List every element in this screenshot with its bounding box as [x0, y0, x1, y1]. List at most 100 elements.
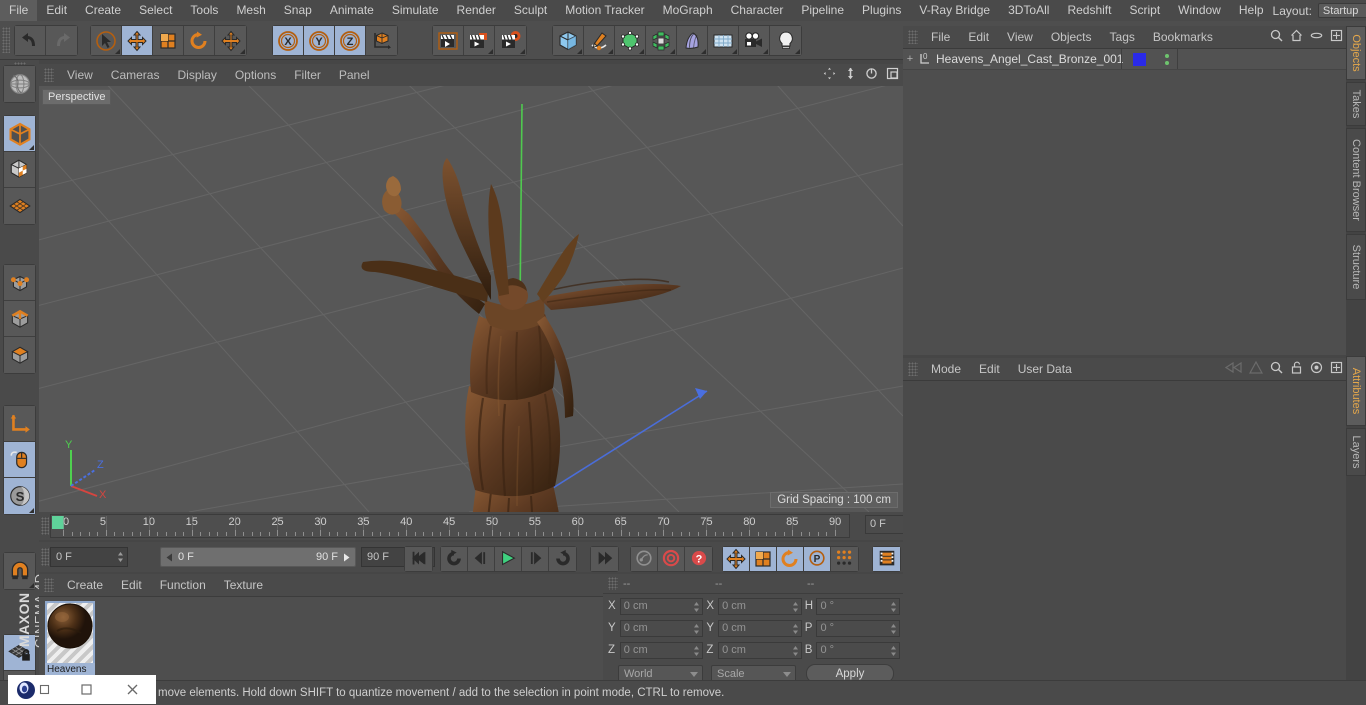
position-key-button[interactable] — [723, 547, 750, 571]
add-generator-object[interactable] — [615, 26, 646, 55]
go-to-start-button[interactable] — [405, 547, 432, 571]
menu-item-select[interactable]: Select — [130, 0, 181, 21]
object-menu-edit[interactable]: Edit — [959, 26, 998, 48]
layout-select[interactable]: Startup — [1317, 3, 1366, 18]
object-menu-objects[interactable]: Objects — [1042, 26, 1101, 48]
viewport-menu-view[interactable]: View — [58, 64, 102, 86]
edit-render-settings-button[interactable] — [495, 26, 526, 55]
menu-item-redshift[interactable]: Redshift — [1058, 0, 1120, 21]
position-field[interactable]: 0 cm — [619, 641, 704, 659]
menu-item-motion-tracker[interactable]: Motion Tracker — [556, 0, 653, 21]
scale-key-button[interactable] — [750, 547, 777, 571]
menu-item-sculpt[interactable]: Sculpt — [505, 0, 556, 21]
material-manager-grip[interactable] — [44, 578, 54, 592]
restore-window-icon[interactable] — [63, 675, 110, 704]
object-row[interactable]: + 0 Heavens_Angel_Cast_Bronze_001 — [903, 49, 1346, 70]
object-mode-button[interactable] — [4, 116, 35, 152]
timeline-grip[interactable] — [41, 517, 49, 535]
spinner-icon[interactable] — [792, 623, 799, 635]
close-window-icon[interactable] — [109, 675, 156, 704]
home-icon[interactable] — [1290, 29, 1303, 45]
dock-tab-content-browser[interactable]: Content Browser — [1346, 128, 1366, 232]
rotation-field[interactable]: 0 ° — [816, 597, 901, 615]
size-field[interactable]: 0 cm — [718, 619, 802, 637]
menu-item-snap[interactable]: Snap — [275, 0, 321, 21]
maximize-viewport-icon[interactable] — [886, 67, 899, 83]
attributes-menu-mode[interactable]: Mode — [922, 358, 970, 380]
go-to-end-button[interactable] — [591, 547, 618, 571]
dock-tab-structure[interactable]: Structure — [1346, 234, 1366, 300]
prev-icon[interactable] — [1224, 361, 1242, 377]
menu-item-create[interactable]: Create — [76, 0, 130, 21]
c4d-app-icon[interactable] — [8, 675, 63, 704]
menu-item-character[interactable]: Character — [722, 0, 793, 21]
play-forwards-button[interactable] — [549, 547, 576, 571]
search-icon[interactable] — [1270, 361, 1283, 377]
render-visibility-dot[interactable] — [1164, 60, 1169, 65]
record-active-objects-button[interactable] — [631, 547, 658, 571]
object-tag-slot[interactable] — [1121, 49, 1156, 69]
add-light-object[interactable] — [770, 26, 801, 55]
spinner-icon[interactable] — [890, 601, 897, 613]
add-camera-object[interactable] — [739, 26, 770, 55]
spinner-icon[interactable] — [792, 645, 799, 657]
object-tree[interactable]: + 0 Heavens_Angel_Cast_Bronze_001 — [903, 48, 1346, 355]
lock-icon[interactable] — [1290, 361, 1303, 377]
pan-icon[interactable] — [823, 67, 836, 83]
redo-button[interactable] — [46, 26, 77, 55]
timeline-ruler[interactable]: 0 5 10 15 20 25 30 35 40 45 50 55 60 65 70 75 80 85 90 — [50, 514, 850, 538]
lock-z-axis[interactable]: Z — [335, 26, 366, 55]
move-tool[interactable] — [122, 26, 153, 55]
attributes-menu-user-data[interactable]: User Data — [1009, 358, 1081, 380]
rotation-field[interactable]: 0 ° — [816, 641, 901, 659]
make-editable-button[interactable] — [4, 66, 35, 102]
editor-visibility-dot[interactable] — [1164, 53, 1169, 58]
dock-tab-objects[interactable]: Objects — [1346, 26, 1366, 80]
spinner-icon[interactable] — [693, 623, 700, 635]
dock-tab-takes[interactable]: Takes — [1346, 82, 1366, 126]
menu-item-help[interactable]: Help — [1230, 0, 1273, 21]
menu-item-mograph[interactable]: MoGraph — [654, 0, 722, 21]
expand-icon[interactable] — [1330, 29, 1343, 45]
material-menu-edit[interactable]: Edit — [112, 574, 151, 596]
attributes-menu-edit[interactable]: Edit — [970, 358, 1009, 380]
transport-current-frame-field[interactable]: 0 F — [50, 547, 128, 567]
coordinates-grip[interactable] — [608, 577, 618, 590]
menu-item-script[interactable]: Script — [1120, 0, 1169, 21]
menu-item-render[interactable]: Render — [448, 0, 505, 21]
spinner-icon[interactable] — [890, 623, 897, 635]
attributes-content[interactable] — [903, 380, 1346, 686]
spinner-icon[interactable] — [792, 601, 799, 613]
render-to-picture-viewer-button[interactable] — [464, 26, 495, 55]
rotate-tool[interactable] — [184, 26, 215, 55]
menu-item-3dtoall[interactable]: 3DToAll — [999, 0, 1058, 21]
range-end-arrow-icon[interactable] — [342, 553, 351, 562]
menu-item-window[interactable]: Window — [1169, 0, 1230, 21]
menu-item-animate[interactable]: Animate — [321, 0, 383, 21]
viewport-3d[interactable]: Perspective Grid Spacing : 100 cm Y X Z — [39, 86, 903, 512]
viewport-solo-button[interactable] — [4, 442, 35, 478]
add-deformer-object[interactable] — [677, 26, 708, 55]
world-object-coordinates[interactable] — [366, 26, 397, 55]
parameter-key-button[interactable]: P — [804, 547, 831, 571]
previous-frame-button[interactable] — [468, 547, 495, 571]
expand-icon[interactable] — [1330, 361, 1343, 377]
position-field[interactable]: 0 cm — [619, 597, 704, 615]
range-start-arrow-icon[interactable] — [165, 553, 174, 562]
dock-tab-attributes[interactable]: Attributes — [1346, 356, 1366, 426]
add-mograph-object[interactable] — [646, 26, 677, 55]
menu-item-file[interactable]: File — [0, 0, 38, 21]
preview-range-slider[interactable]: 0 F 90 F — [160, 547, 356, 567]
toolbar-grip[interactable] — [2, 27, 10, 53]
menu-item-pipeline[interactable]: Pipeline — [792, 0, 853, 21]
add-spline-object[interactable] — [584, 26, 615, 55]
material-menu-create[interactable]: Create — [58, 574, 112, 596]
object-menu-bookmarks[interactable]: Bookmarks — [1144, 26, 1222, 48]
autokeying-button[interactable] — [658, 547, 685, 571]
size-field[interactable]: 0 cm — [718, 641, 802, 659]
material-list[interactable]: Heavens — [39, 596, 603, 686]
material-menu-function[interactable]: Function — [151, 574, 215, 596]
enable-axis-button[interactable] — [4, 406, 35, 442]
spinner-icon[interactable] — [693, 601, 700, 613]
object-menu-tags[interactable]: Tags — [1101, 26, 1144, 48]
